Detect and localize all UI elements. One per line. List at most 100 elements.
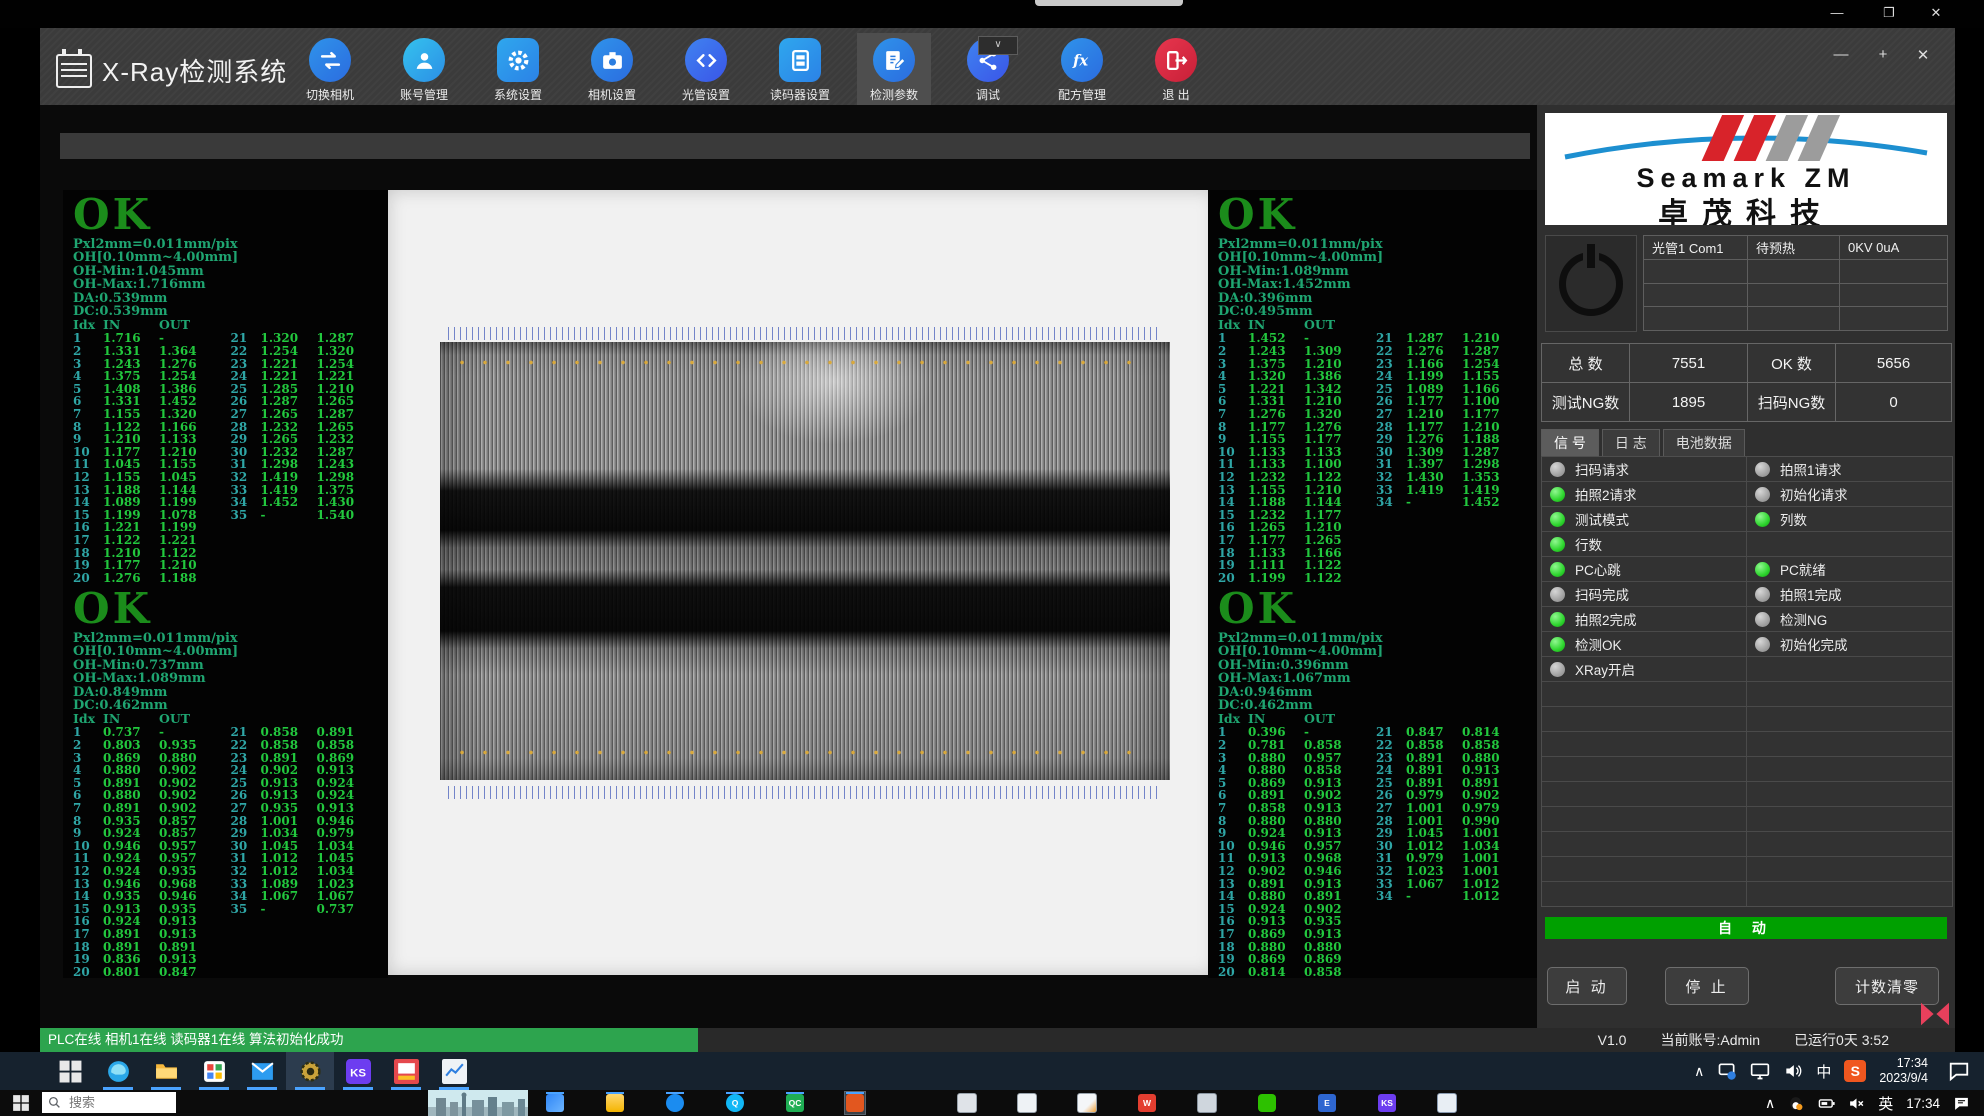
- host-taskbar-wechat[interactable]: [1257, 1092, 1277, 1114]
- measurement-row: 131.1881.144: [73, 484, 231, 497]
- os-minimize-button[interactable]: —: [1827, 5, 1847, 20]
- measurement-row: 190.8360.913: [73, 953, 231, 966]
- app-titlebar: X-Ray检测系统 切换相机账号管理系统设置相机设置光管设置读码器设置检测参数调…: [40, 28, 1955, 105]
- ime-indicator[interactable]: 英: [1878, 1093, 1893, 1114]
- remote-taskbar-file-explorer[interactable]: [142, 1052, 190, 1090]
- toolbar-item-camera-settings[interactable]: 相机设置: [575, 33, 649, 108]
- measurement-row: 240.9020.913: [231, 764, 389, 777]
- mute-speaker-icon[interactable]: [1848, 1095, 1865, 1112]
- tray-chevron-icon[interactable]: ∧: [1694, 1063, 1704, 1080]
- signal-row: [1542, 757, 1952, 782]
- measurement-row: 321.0231.001: [1376, 865, 1534, 878]
- host-taskbar-tools[interactable]: [1197, 1092, 1217, 1114]
- measurement-row: 321.4191.298: [231, 471, 389, 484]
- host-time[interactable]: 17:34: [1906, 1096, 1940, 1111]
- tray-chevron-icon[interactable]: ∧: [1765, 1095, 1775, 1112]
- os-maximize-button[interactable]: ❐: [1879, 5, 1899, 21]
- signal-row: 检测OK初始化完成: [1542, 632, 1952, 657]
- remote-clock[interactable]: 17:34 2023/9/4: [1879, 1056, 1928, 1086]
- xray-image-view[interactable]: [388, 190, 1215, 975]
- measurement-row: 151.2321.177: [1218, 509, 1376, 522]
- toolbar-item-exit[interactable]: 退 出: [1139, 33, 1213, 108]
- qq-tray-icon[interactable]: [1788, 1095, 1805, 1112]
- signal-cell: [1747, 807, 1952, 831]
- host-taskbar-file-explorer[interactable]: [605, 1092, 625, 1114]
- app-minimize-button[interactable]: —: [1830, 46, 1852, 63]
- measurement-row: 10.396-: [1218, 726, 1376, 739]
- toolbar-item-label: 退 出: [1162, 86, 1189, 103]
- host-taskbar-notepad[interactable]: [1017, 1092, 1037, 1114]
- remote-taskbar-ks-app[interactable]: KS: [334, 1052, 382, 1090]
- host-taskbar-window-app[interactable]: [1437, 1092, 1457, 1114]
- rdp-connection-bar[interactable]: [1035, 0, 1183, 6]
- remote-taskbar-xray-app[interactable]: [286, 1052, 334, 1090]
- measurement-row: 31.3751.210: [1218, 358, 1376, 371]
- host-taskbar-qc-app[interactable]: [785, 1092, 805, 1114]
- remote-taskbar-start[interactable]: [46, 1052, 94, 1090]
- toolbar-item-switch-camera[interactable]: 切换相机: [293, 33, 367, 108]
- remote-taskbar-edge[interactable]: [94, 1052, 142, 1090]
- display-icon[interactable]: [1750, 1061, 1770, 1081]
- signal-cell: XRay开启: [1542, 657, 1747, 681]
- toolbar-item-system-settings[interactable]: 系统设置: [481, 33, 555, 108]
- app-close-button[interactable]: ✕: [1912, 46, 1934, 64]
- stop-button[interactable]: 停 止: [1665, 967, 1749, 1005]
- start-button[interactable]: 启 动: [1547, 967, 1627, 1005]
- signal-cell: 拍照2请求: [1542, 482, 1747, 506]
- signal-label: 扫码完成: [1575, 584, 1629, 604]
- tab-log[interactable]: 日 志: [1602, 429, 1660, 457]
- sogou-input-icon[interactable]: S: [1844, 1060, 1866, 1082]
- signal-cell: [1747, 682, 1952, 706]
- host-taskbar-monitor-app[interactable]: [957, 1092, 977, 1114]
- measurement-info: Pxl2mm=0.011mm/pix: [73, 238, 388, 251]
- host-taskbar-everything[interactable]: [1317, 1092, 1337, 1114]
- toolbar-item-detection-params[interactable]: 检测参数: [857, 33, 931, 108]
- start-icon[interactable]: [12, 1094, 30, 1112]
- xray-power-button[interactable]: [1545, 235, 1637, 332]
- taskbar-search[interactable]: [42, 1092, 176, 1113]
- host-taskbar-thunder[interactable]: [665, 1092, 685, 1114]
- chevron-down-icon[interactable]: ∨: [978, 36, 1018, 55]
- result-label: OK: [73, 586, 388, 632]
- measurement-row: 100.9460.957: [73, 840, 231, 853]
- host-taskbar-ks[interactable]: [1377, 1092, 1397, 1114]
- notification-center-icon[interactable]: [1948, 1060, 1970, 1082]
- host-taskbar-wps[interactable]: [1137, 1092, 1157, 1114]
- measurement-row: 30.8690.880: [73, 752, 231, 765]
- signal-cell: PC心跳: [1542, 557, 1747, 581]
- remote-taskbar-paint[interactable]: [382, 1052, 430, 1090]
- code-icon: [685, 38, 727, 82]
- host-taskbar-remote-viewer[interactable]: [845, 1092, 865, 1114]
- battery-icon[interactable]: [1818, 1095, 1835, 1112]
- tab-signal[interactable]: 信 号: [1541, 429, 1599, 457]
- measurement-row: 80.8800.880: [1218, 815, 1376, 828]
- device-status-text: PLC在线 相机1在线 读码器1在线 算法初始化成功: [40, 1028, 698, 1052]
- notification-center-icon[interactable]: [1953, 1095, 1970, 1112]
- remote-taskbar-store[interactable]: [190, 1052, 238, 1090]
- measurement-row: 220.8580.858: [1376, 739, 1534, 752]
- toolbar-item-account-management[interactable]: 账号管理: [387, 33, 461, 108]
- measurement-row: 270.9350.913: [231, 802, 389, 815]
- host-taskbar-feishu[interactable]: [545, 1092, 565, 1114]
- volume-icon[interactable]: [1783, 1061, 1803, 1081]
- app-restore-button[interactable]: +: [1872, 46, 1894, 63]
- tab-battery-data[interactable]: 电池数据: [1663, 429, 1745, 457]
- toolbar-item-recipe-management[interactable]: fx配方管理: [1045, 33, 1119, 108]
- host-taskbar-qq[interactable]: [725, 1092, 745, 1114]
- search-input[interactable]: [67, 1094, 161, 1111]
- stat-label: 总 数: [1542, 344, 1630, 383]
- column-header: IdxINOUT: [73, 318, 388, 332]
- os-close-button[interactable]: ✕: [1926, 5, 1946, 21]
- measurement-row: 231.1661.254: [1376, 358, 1534, 371]
- remote-taskbar-chart-app[interactable]: [430, 1052, 478, 1090]
- measurement-row: 341.4521.430: [231, 496, 389, 509]
- toolbar-item-scanner-settings[interactable]: 读码器设置: [763, 33, 837, 108]
- measurement-row: 241.1991.155: [1376, 370, 1534, 383]
- remote-taskbar-mail[interactable]: [238, 1052, 286, 1090]
- ime-indicator[interactable]: 中: [1816, 1061, 1831, 1082]
- toolbar-item-tube-settings[interactable]: 光管设置: [669, 33, 743, 108]
- host-taskbar-photos[interactable]: [1077, 1092, 1097, 1114]
- tool-icon: [1197, 1093, 1217, 1113]
- weather-widget[interactable]: [428, 1090, 528, 1116]
- remote-session-icon[interactable]: [1717, 1061, 1737, 1081]
